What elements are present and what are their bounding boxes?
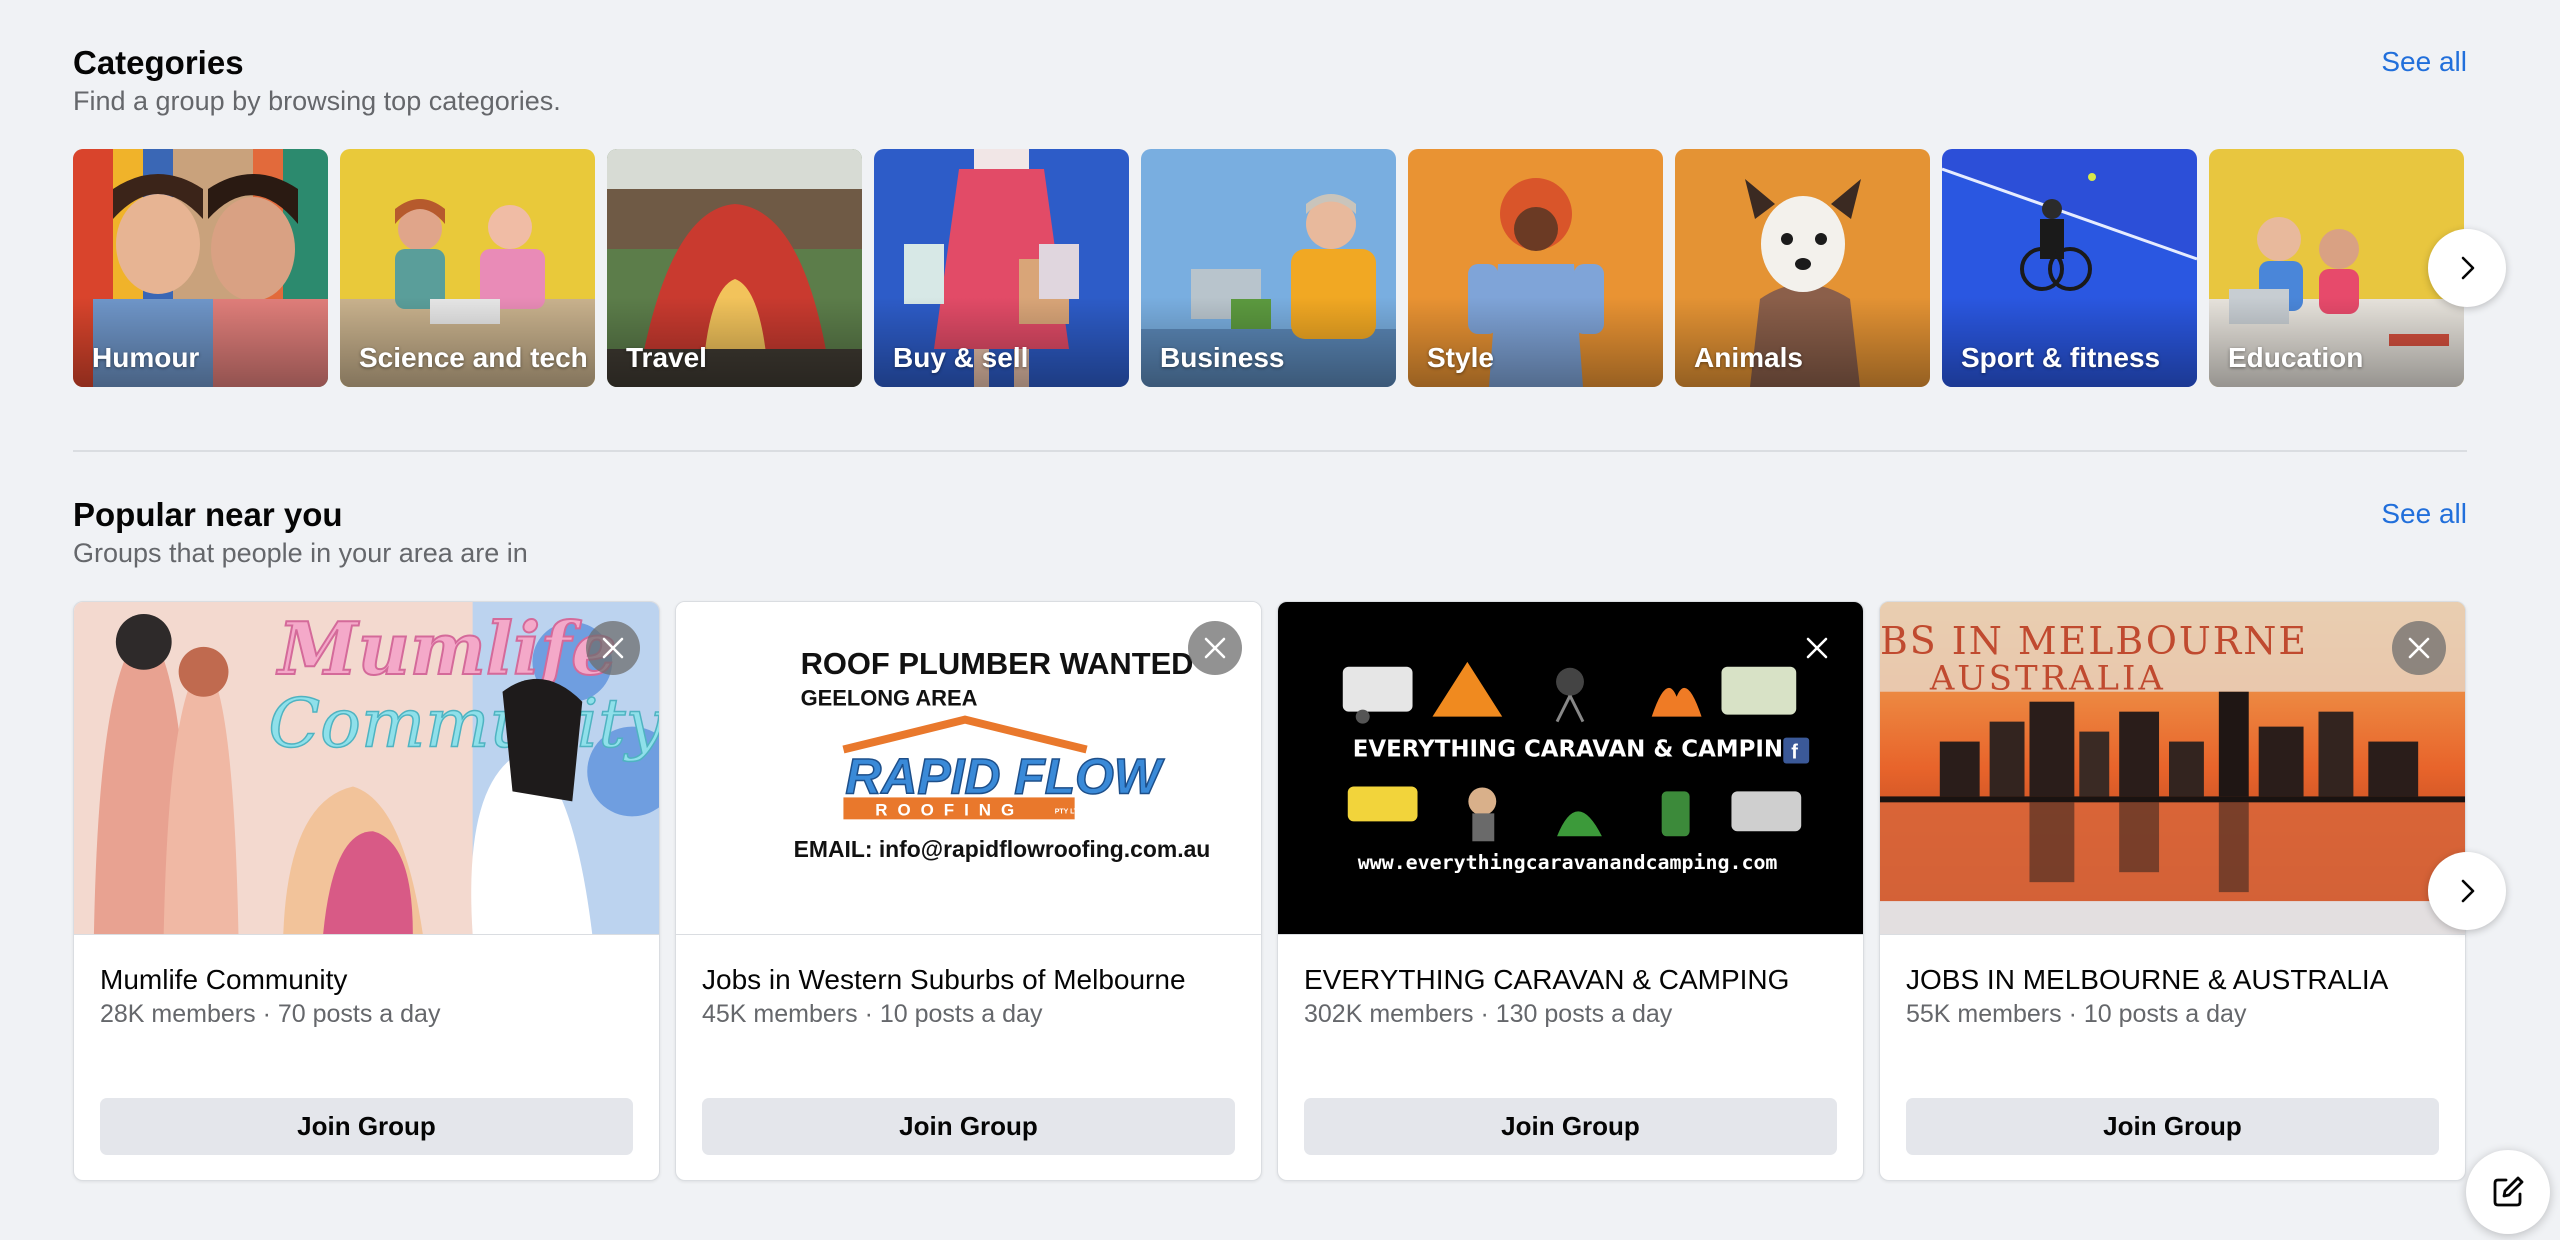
category-tile-style[interactable]: Style — [1408, 149, 1663, 387]
svg-text:PTY LTD: PTY LTD — [1055, 808, 1083, 815]
group-cover-image: Mumlife Community — [74, 602, 659, 935]
category-label-science-and-tech: Science and tech — [359, 342, 588, 373]
popular-subtitle: Groups that people in your area are in — [73, 538, 528, 568]
group-card[interactable]: BS IN MELBOURNE AUSTRALIA JOBS IN MELBOU… — [1879, 601, 2466, 1181]
group-card[interactable]: ROOF PLUMBER WANTED GEELONG AREA RAPID F… — [675, 601, 1262, 1181]
group-cover-image: BS IN MELBOURNE AUSTRALIA — [1880, 602, 2465, 935]
categories-next-button[interactable] — [2428, 229, 2506, 307]
caravan-camping-cover-image: EVERYTHING CARAVAN & CAMPING f www.every… — [1278, 602, 1863, 934]
group-cover-image: ROOF PLUMBER WANTED GEELONG AREA RAPID F… — [676, 602, 1261, 935]
chevron-right-icon — [2461, 256, 2475, 280]
compose-icon — [2493, 1176, 2524, 1207]
category-tile-science-and-tech[interactable]: Science and tech — [340, 149, 595, 387]
close-icon — [2408, 637, 2430, 659]
group-cover-image: EVERYTHING CARAVAN & CAMPING f www.every… — [1278, 602, 1863, 935]
group-name[interactable]: Jobs in Western Suburbs of Melbourne — [702, 964, 1186, 996]
melbourne-skyline-cover-image: BS IN MELBOURNE AUSTRALIA — [1880, 602, 2465, 934]
meta-separator: · — [1473, 1000, 1496, 1028]
group-members: 55K members — [1906, 1000, 2062, 1028]
close-icon — [1204, 637, 1226, 659]
group-card[interactable]: Mumlife Community Mumlife Community 28K … — [73, 601, 660, 1181]
group-posts: 70 posts a day — [277, 1000, 441, 1028]
category-tile-sport-and-fitness[interactable]: Sport & fitness — [1942, 149, 2197, 387]
group-posts: 130 posts a day — [1495, 1000, 1673, 1028]
group-name[interactable]: EVERYTHING CARAVAN & CAMPING — [1304, 964, 1789, 996]
group-meta: 45K members · 10 posts a day — [702, 1000, 1042, 1029]
new-message-button[interactable] — [2466, 1150, 2550, 1234]
svg-text:AUSTRALIA: AUSTRALIA — [1929, 659, 2166, 698]
svg-text:EVERYTHING CARAVAN & CAMPING: EVERYTHING CARAVAN & CAMPING — [1353, 737, 1802, 763]
svg-text:Community: Community — [268, 684, 659, 763]
chevron-right-icon — [2461, 879, 2475, 903]
category-carousel: Humour Science and tech Travel Buy & sel… — [73, 149, 2467, 387]
category-tile-education[interactable]: Education — [2209, 149, 2464, 387]
group-posts: 10 posts a day — [2083, 1000, 2247, 1028]
popular-next-button[interactable] — [2428, 852, 2506, 930]
category-tile-travel[interactable]: Travel — [607, 149, 862, 387]
close-icon — [602, 637, 624, 659]
group-meta: 302K members · 130 posts a day — [1304, 1000, 1672, 1029]
join-group-button[interactable]: Join Group — [100, 1098, 633, 1155]
group-card[interactable]: EVERYTHING CARAVAN & CAMPING f www.every… — [1277, 601, 1864, 1181]
svg-text:EMAIL: info@rapidflowroofing.c: EMAIL: info@rapidflowroofing.com.au — [794, 836, 1211, 862]
svg-text:GEELONG AREA: GEELONG AREA — [801, 686, 978, 711]
category-label-travel: Travel — [626, 342, 707, 373]
category-label-business: Business — [1160, 342, 1285, 373]
popular-see-all-link[interactable]: See all — [2381, 498, 2467, 530]
category-tile-business[interactable]: Business — [1141, 149, 1396, 387]
dismiss-button[interactable] — [2392, 621, 2446, 675]
group-meta: 28K members · 70 posts a day — [100, 1000, 440, 1029]
category-label-buy-and-sell: Buy & sell — [893, 342, 1029, 373]
category-label-style: Style — [1427, 342, 1494, 373]
popular-title: Popular near you — [73, 496, 343, 533]
meta-separator: · — [857, 1000, 880, 1028]
category-label-education: Education — [2228, 342, 2364, 373]
categories-see-all-link[interactable]: See all — [2381, 46, 2467, 78]
category-tile-animals[interactable]: Animals — [1675, 149, 1930, 387]
svg-text:RAPID FLOW: RAPID FLOW — [845, 748, 1164, 804]
join-group-button[interactable]: Join Group — [1304, 1098, 1837, 1155]
categories-subtitle: Find a group by browsing top categories. — [73, 86, 561, 116]
categories-title: Categories — [73, 44, 244, 81]
svg-text:ROOF PLUMBER WANTED: ROOF PLUMBER WANTED — [801, 646, 1194, 681]
close-icon — [1806, 637, 1828, 659]
svg-text:BS IN MELBOURNE: BS IN MELBOURNE — [1880, 619, 2308, 663]
svg-text:www.everythingcaravanandcampin: www.everythingcaravanandcamping.com — [1358, 851, 1778, 874]
category-tile-humour[interactable]: Humour — [73, 149, 328, 387]
meta-separator: · — [255, 1000, 278, 1028]
dismiss-button[interactable] — [1790, 621, 1844, 675]
meta-separator: · — [2061, 1000, 2084, 1028]
category-tile-buy-and-sell[interactable]: Buy & sell — [874, 149, 1129, 387]
category-label-animals: Animals — [1694, 342, 1803, 373]
category-label-sport-and-fitness: Sport & fitness — [1961, 342, 2161, 373]
group-members: 28K members — [100, 1000, 256, 1028]
group-members: 45K members — [702, 1000, 858, 1028]
svg-text:Mumlife: Mumlife — [275, 607, 616, 691]
join-group-button[interactable]: Join Group — [702, 1098, 1235, 1155]
svg-text:ROOFING: ROOFING — [875, 800, 1024, 819]
group-name[interactable]: Mumlife Community — [100, 964, 347, 996]
dismiss-button[interactable] — [586, 621, 640, 675]
dismiss-button[interactable] — [1188, 621, 1242, 675]
group-members: 302K members — [1304, 1000, 1474, 1028]
rapid-flow-cover-image: ROOF PLUMBER WANTED GEELONG AREA RAPID F… — [676, 602, 1261, 934]
group-name[interactable]: JOBS IN MELBOURNE & AUSTRALIA — [1906, 964, 2388, 996]
group-posts: 10 posts a day — [879, 1000, 1043, 1028]
category-label-humour: Humour — [92, 342, 200, 373]
categories-section: Categories Find a group by browsing top … — [73, 0, 2467, 420]
join-group-button[interactable]: Join Group — [1906, 1098, 2439, 1155]
mumlife-cover-image: Mumlife Community — [74, 602, 659, 934]
svg-text:f: f — [1791, 742, 1798, 764]
group-meta: 55K members · 10 posts a day — [1906, 1000, 2246, 1029]
